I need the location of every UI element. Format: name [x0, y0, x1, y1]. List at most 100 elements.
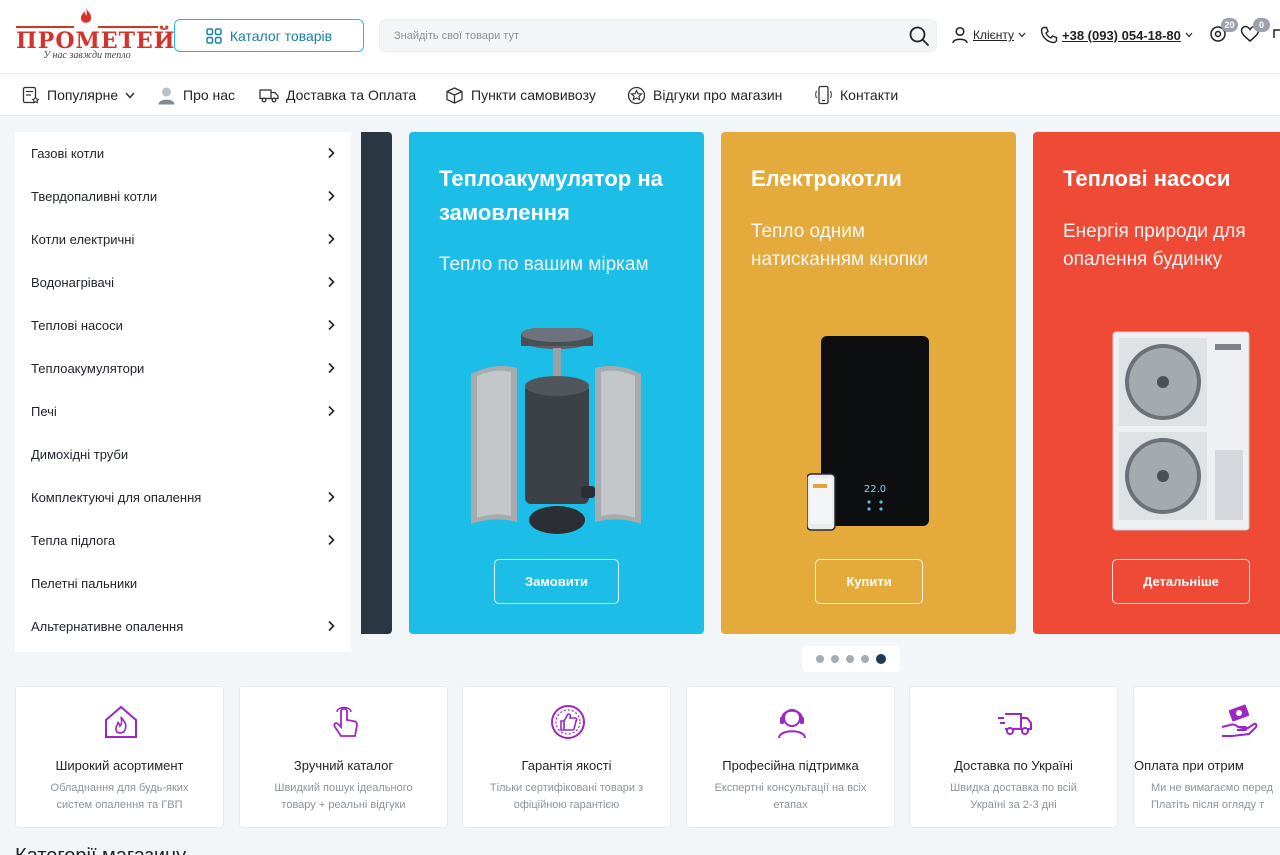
previous-slide-edge[interactable]	[361, 132, 392, 634]
star-badge-icon	[627, 86, 646, 104]
client-menu[interactable]: Клієнту	[951, 24, 1026, 46]
catalog-button-label: Каталог товарів	[229, 27, 333, 44]
feature-description: Обладнання для будь-яких систем опалення …	[50, 782, 189, 811]
sidebar-item[interactable]: Теплоакумулятори	[15, 347, 351, 390]
sidebar-item[interactable]: Газові котли	[15, 132, 351, 175]
chevron-right-icon	[328, 233, 335, 245]
feature-description: Ми не вимагаємо перед Платіть після огляд…	[1151, 782, 1274, 811]
nav-item-pickup[interactable]: Пункти самовивозу	[445, 84, 596, 106]
heat-accumulator-image	[471, 328, 641, 534]
feature-card: Широкий асортимент Обладнання для будь-я…	[15, 686, 224, 828]
chevron-down-icon	[1018, 32, 1026, 38]
chevron-right-icon	[328, 276, 335, 288]
banner-subtitle: Енергія природи для опалення будинку	[1063, 221, 1246, 270]
phone-menu[interactable]: +38 (093) 054-18-80	[1040, 24, 1193, 46]
electric-boiler-image: 22.0	[807, 336, 929, 531]
sidebar-item[interactable]: Димохідні труби	[15, 433, 351, 476]
sidebar-item[interactable]: Альтернативне опалення	[15, 605, 351, 648]
nav-label: Контакти	[840, 87, 899, 103]
feature-description: Експертні консультації на всіх етапах	[714, 782, 867, 811]
nav-item-about[interactable]: Про нас	[157, 84, 235, 106]
sidebar-item[interactable]: Комплектуючі для опалення	[15, 476, 351, 519]
sidebar-item-label: Печі	[31, 404, 57, 419]
chevron-right-icon	[328, 319, 335, 331]
chevron-right-icon	[328, 190, 335, 202]
sidebar-item-label: Водонагрівачі	[31, 275, 115, 290]
box-icon	[446, 86, 463, 104]
category-sidebar: Газові котли Твердопаливні котли Котли е…	[15, 132, 351, 652]
nav-item-delivery[interactable]: Доставка та Оплата	[259, 84, 416, 106]
feature-title: Професійна підтримка	[722, 758, 859, 773]
sidebar-item-label: Комплектуючі для опалення	[31, 490, 202, 505]
banner-title: Теплові насоси	[1063, 166, 1231, 191]
nav-item-contacts[interactable]: Контакти	[814, 84, 898, 106]
banner-heat-accumulator[interactable]: Теплоакумулятор на замовлення Тепло по ва…	[409, 132, 704, 634]
pointer-hand-icon	[333, 706, 358, 737]
buy-button[interactable]: Купити	[815, 559, 923, 604]
banner-subtitle: Тепло по вашим міркам	[439, 254, 649, 275]
banner-title: Електрокотли	[751, 166, 902, 191]
sidebar-item[interactable]: Печі	[15, 390, 351, 433]
chevron-right-icon	[328, 405, 335, 417]
chevron-down-icon	[1185, 32, 1193, 38]
banner-electric-boilers[interactable]: Електрокотли Тепло одним натисканням кноп…	[721, 132, 1016, 634]
feature-title: Доставка по Україні	[954, 758, 1073, 773]
sidebar-item[interactable]: Теплові насоси	[15, 304, 351, 347]
details-button[interactable]: Детальніше	[1112, 559, 1250, 604]
banner-heat-pumps[interactable]: Теплові насоси Енергія природи для опален…	[1033, 132, 1280, 634]
refresh-icon	[1273, 29, 1280, 38]
banner-subtitle: Тепло одним натисканням кнопки	[751, 221, 928, 270]
wishlist-count-badge: 0	[1253, 18, 1270, 32]
sidebar-item[interactable]: Котли електричні	[15, 218, 351, 261]
sidebar-item[interactable]: Водонагрівачі	[15, 261, 351, 304]
logo[interactable]: ПРОМЕТЕЙ У нас завжди тепло	[16, 8, 175, 64]
chevron-right-icon	[328, 534, 335, 546]
search-bar	[379, 19, 937, 52]
header: ПРОМЕТЕЙ У нас завжди тепло Каталог това…	[0, 0, 1280, 74]
heat-pump-image	[1112, 331, 1250, 531]
chevron-right-icon	[328, 362, 335, 374]
nav-label: Про нас	[183, 87, 236, 103]
nav-label: Відгуки про магазин	[653, 87, 783, 103]
section-title: Категорії магазину	[15, 845, 186, 855]
sidebar-item[interactable]: Пелетні пальники	[15, 562, 351, 605]
star-list-icon	[22, 86, 40, 104]
nav-item-reviews[interactable]: Відгуки про магазин	[627, 84, 782, 106]
carousel-dot[interactable]	[831, 655, 839, 663]
carousel-dot[interactable]	[861, 655, 869, 663]
cart-button[interactable]	[1270, 24, 1280, 46]
sidebar-item[interactable]: Твердопаливні котли	[15, 175, 351, 218]
person-icon	[158, 87, 175, 104]
house-flame-icon	[105, 705, 137, 738]
feature-title: Оплата при отрим	[1134, 758, 1244, 773]
nav-item-popular[interactable]: Популярне	[22, 84, 135, 106]
feature-description: Швидкий пошук ідеального товару + реальні…	[274, 782, 413, 811]
carousel-dot-active[interactable]	[876, 654, 886, 664]
order-button[interactable]: Замовити	[494, 559, 619, 604]
search-icon[interactable]	[908, 25, 930, 47]
wishlist-button[interactable]: 0	[1240, 18, 1270, 46]
truck-fast-icon	[998, 713, 1032, 735]
logo-tagline: У нас завжди тепло	[43, 50, 131, 61]
phone-number: +38 (093) 054-18-80	[1062, 27, 1181, 43]
feature-card: Гарантія якості Тільки сертифіковані тов…	[462, 686, 671, 828]
feature-card: Доставка по Україні Швидка доставка по в…	[909, 686, 1118, 828]
compare-button[interactable]: 20	[1208, 18, 1238, 46]
sidebar-item-label: Теплові насоси	[31, 318, 123, 333]
feature-description: Швидка доставка по всій Україні за 2-3 дн…	[950, 782, 1077, 811]
carousel-dot[interactable]	[816, 655, 824, 663]
sidebar-item-label: Альтернативне опалення	[31, 619, 184, 634]
phone-icon	[1040, 26, 1058, 44]
nav-label: Популярне	[47, 87, 119, 103]
catalog-button[interactable]: Каталог товарів	[174, 19, 364, 52]
boiler-display: 22.0	[864, 484, 886, 495]
nav-label: Пункти самовивозу	[471, 87, 596, 103]
user-icon	[952, 26, 968, 44]
feature-card: Оплата при отрим Ми не вимагаємо перед Пл…	[1133, 686, 1280, 828]
carousel-dot[interactable]	[846, 655, 854, 663]
search-input[interactable]	[394, 28, 894, 44]
compare-count-badge: 20	[1221, 18, 1238, 32]
sidebar-item-label: Пелетні пальники	[31, 576, 138, 591]
sidebar-item[interactable]: Тепла підлога	[15, 519, 351, 562]
sidebar-item-label: Котли електричні	[31, 232, 135, 247]
